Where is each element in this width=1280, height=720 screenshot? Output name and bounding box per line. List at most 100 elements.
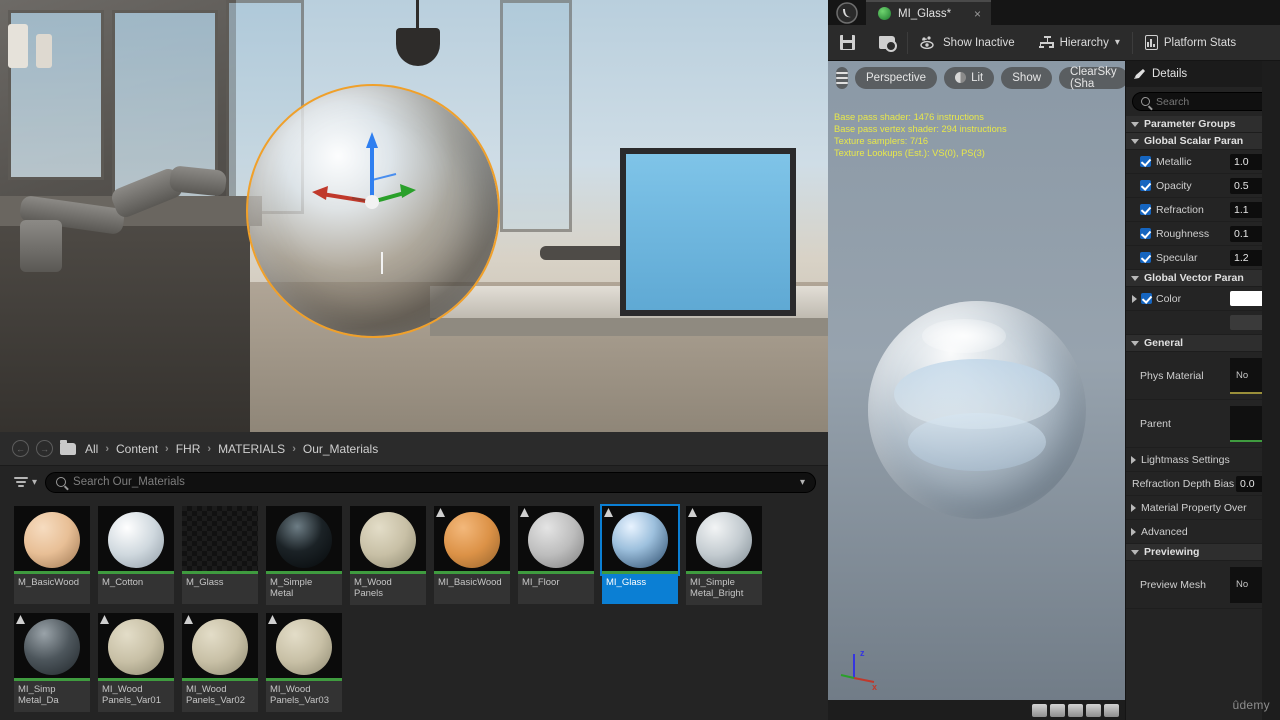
show-menu-button[interactable]: Show: [1001, 66, 1053, 89]
asset-item[interactable]: MI_BasicWood: [434, 506, 510, 605]
asset-item[interactable]: MI_Wood Panels_Var01: [98, 613, 174, 712]
asset-item[interactable]: MI_Simp Metal_Da: [14, 613, 90, 712]
right-sidebar-strip[interactable]: [1262, 61, 1280, 720]
details-category-previewing[interactable]: Previewing: [1126, 544, 1280, 561]
asset-item[interactable]: MI_Glass: [600, 504, 680, 605]
details-param-row[interactable]: Metallic 1.0: [1126, 150, 1280, 174]
details-asset-row[interactable]: Preview Mesh No: [1126, 561, 1280, 609]
preview-toolbar[interactable]: Perspective Lit Show ClearSky (Sha: [828, 61, 1125, 94]
param-checkbox[interactable]: [1141, 293, 1152, 304]
details-category-general[interactable]: General: [1126, 335, 1280, 352]
asset-thumbnail[interactable]: [14, 506, 90, 574]
asset-thumbnail[interactable]: [98, 506, 174, 574]
asset-thumbnail[interactable]: [266, 506, 342, 574]
browse-button[interactable]: [867, 25, 907, 61]
param-label: Color: [1156, 292, 1182, 305]
details-subcategory[interactable]: Lightmass Settings: [1126, 448, 1280, 472]
hamburger-icon[interactable]: [836, 66, 848, 89]
preview-bottom-bar[interactable]: [828, 700, 1125, 720]
translate-gizmo[interactable]: [300, 130, 420, 240]
param-checkbox[interactable]: [1140, 204, 1151, 215]
details-subcategory[interactable]: Advanced: [1126, 520, 1280, 544]
chevron-right-icon[interactable]: [1131, 527, 1136, 536]
lit-icon: [955, 72, 967, 83]
show-inactive-button[interactable]: Show Inactive: [908, 25, 1027, 61]
details-param-row[interactable]: Opacity 0.5: [1126, 174, 1280, 198]
editor-toolbar[interactable]: Show Inactive Hierarchy ▾ Platform Stats: [828, 25, 1280, 61]
asset-grid[interactable]: M_BasicWood M_Cotton M_Glass M_Simple Metal…: [0, 496, 828, 720]
search-input[interactable]: Search Our_Materials ▾: [45, 471, 816, 493]
param-checkbox[interactable]: [1140, 156, 1151, 167]
viewtype-button[interactable]: Perspective: [855, 66, 938, 89]
asset-item[interactable]: M_Cotton: [98, 506, 174, 605]
filter-button[interactable]: ▾: [14, 476, 37, 488]
breadcrumb-item-our-materials[interactable]: Our_Materials: [303, 442, 378, 456]
chevron-down-icon[interactable]: ▾: [800, 477, 805, 488]
param-checkbox[interactable]: [1140, 252, 1151, 263]
asset-preview-sphere: [276, 619, 332, 675]
details-panel[interactable]: Details × Search Parameter Groups Global …: [1125, 61, 1280, 720]
nav-forward-button[interactable]: →: [36, 440, 53, 457]
asset-item[interactable]: M_Wood Panels: [350, 506, 426, 605]
chevron-right-icon[interactable]: [1131, 455, 1136, 464]
breadcrumb-item-all[interactable]: All: [85, 442, 98, 456]
details-category-global-scalar-paran[interactable]: Global Scalar Paran: [1126, 133, 1280, 150]
asset-thumbnail[interactable]: [266, 613, 342, 681]
details-combo-row[interactable]: S: [1126, 311, 1280, 335]
param-checkbox[interactable]: [1140, 228, 1151, 239]
level-viewport[interactable]: [0, 0, 828, 432]
save-button[interactable]: [828, 25, 867, 61]
breadcrumb-item-fhr[interactable]: FHR: [176, 442, 201, 456]
preview-shape-sphere-icon[interactable]: [1050, 703, 1065, 717]
asset-thumbnail[interactable]: [434, 506, 510, 574]
asset-thumbnail[interactable]: [98, 613, 174, 681]
asset-item[interactable]: M_Glass: [182, 506, 258, 605]
details-category-parameter-groups[interactable]: Parameter Groups: [1126, 116, 1280, 133]
asset-item[interactable]: MI_Simple Metal_Bright: [686, 506, 762, 605]
asset-item[interactable]: MI_Floor: [518, 506, 594, 605]
nav-back-button[interactable]: ←: [12, 440, 29, 457]
content-browser[interactable]: ← → All › Content › FHR › MATERIALS › Ou…: [0, 432, 828, 720]
asset-item[interactable]: M_BasicWood: [14, 506, 90, 605]
chevron-right-icon[interactable]: [1132, 294, 1137, 303]
breadcrumb-item-content[interactable]: Content: [116, 442, 158, 456]
breadcrumb-item-materials[interactable]: MATERIALS: [218, 442, 285, 456]
asset-thumbnail[interactable]: [686, 506, 762, 574]
chevron-right-icon[interactable]: [1131, 503, 1136, 512]
preview-shape-cube-icon[interactable]: [1086, 703, 1101, 717]
environment-button[interactable]: ClearSky (Sha: [1059, 66, 1125, 90]
preview-shape-cylinder-icon[interactable]: [1032, 703, 1047, 717]
details-rows[interactable]: Parameter Groups Global Scalar Paran Metal…: [1126, 116, 1280, 609]
lighting-button[interactable]: Lit: [944, 66, 995, 89]
details-param-row[interactable]: Specular 1.2: [1126, 246, 1280, 270]
platform-stats-button[interactable]: Platform Stats: [1133, 25, 1248, 61]
asset-item[interactable]: M_Simple Metal: [266, 506, 342, 605]
asset-thumbnail[interactable]: [600, 504, 680, 576]
preview-material-sphere[interactable]: [868, 301, 1086, 519]
preview-shape-plane-icon[interactable]: [1068, 703, 1083, 717]
asset-thumbnail[interactable]: [182, 613, 258, 681]
param-label: Metallic: [1156, 155, 1192, 168]
details-param-row[interactable]: Refraction 1.1: [1126, 198, 1280, 222]
details-asset-row[interactable]: Parent: [1126, 400, 1280, 448]
tab-mi-glass[interactable]: MI_Glass* ×: [866, 0, 992, 25]
asset-item[interactable]: MI_Wood Panels_Var03: [266, 613, 342, 712]
details-category-global-vector-paran[interactable]: Global Vector Paran: [1126, 270, 1280, 287]
hierarchy-button[interactable]: Hierarchy ▾: [1027, 25, 1132, 61]
viewport-decor-vase: [36, 34, 52, 68]
details-asset-row[interactable]: Phys Material No: [1126, 352, 1280, 400]
preview-mesh-toggle-icon[interactable]: [1104, 703, 1119, 717]
material-preview-viewport[interactable]: Perspective Lit Show ClearSky (Sha Base …: [828, 61, 1125, 720]
details-search-input[interactable]: Search: [1132, 92, 1274, 111]
asset-thumbnail[interactable]: [518, 506, 594, 574]
details-plain-row[interactable]: Refraction Depth Bias 0.0: [1126, 472, 1280, 496]
close-icon[interactable]: ×: [974, 7, 981, 21]
asset-item[interactable]: MI_Wood Panels_Var02: [182, 613, 258, 712]
param-checkbox[interactable]: [1140, 180, 1151, 191]
details-color-row[interactable]: Color: [1126, 287, 1280, 311]
asset-thumbnail[interactable]: [182, 506, 258, 574]
details-subcategory[interactable]: Material Property Over: [1126, 496, 1280, 520]
asset-thumbnail[interactable]: [14, 613, 90, 681]
asset-thumbnail[interactable]: [350, 506, 426, 574]
details-param-row[interactable]: Roughness 0.1: [1126, 222, 1280, 246]
